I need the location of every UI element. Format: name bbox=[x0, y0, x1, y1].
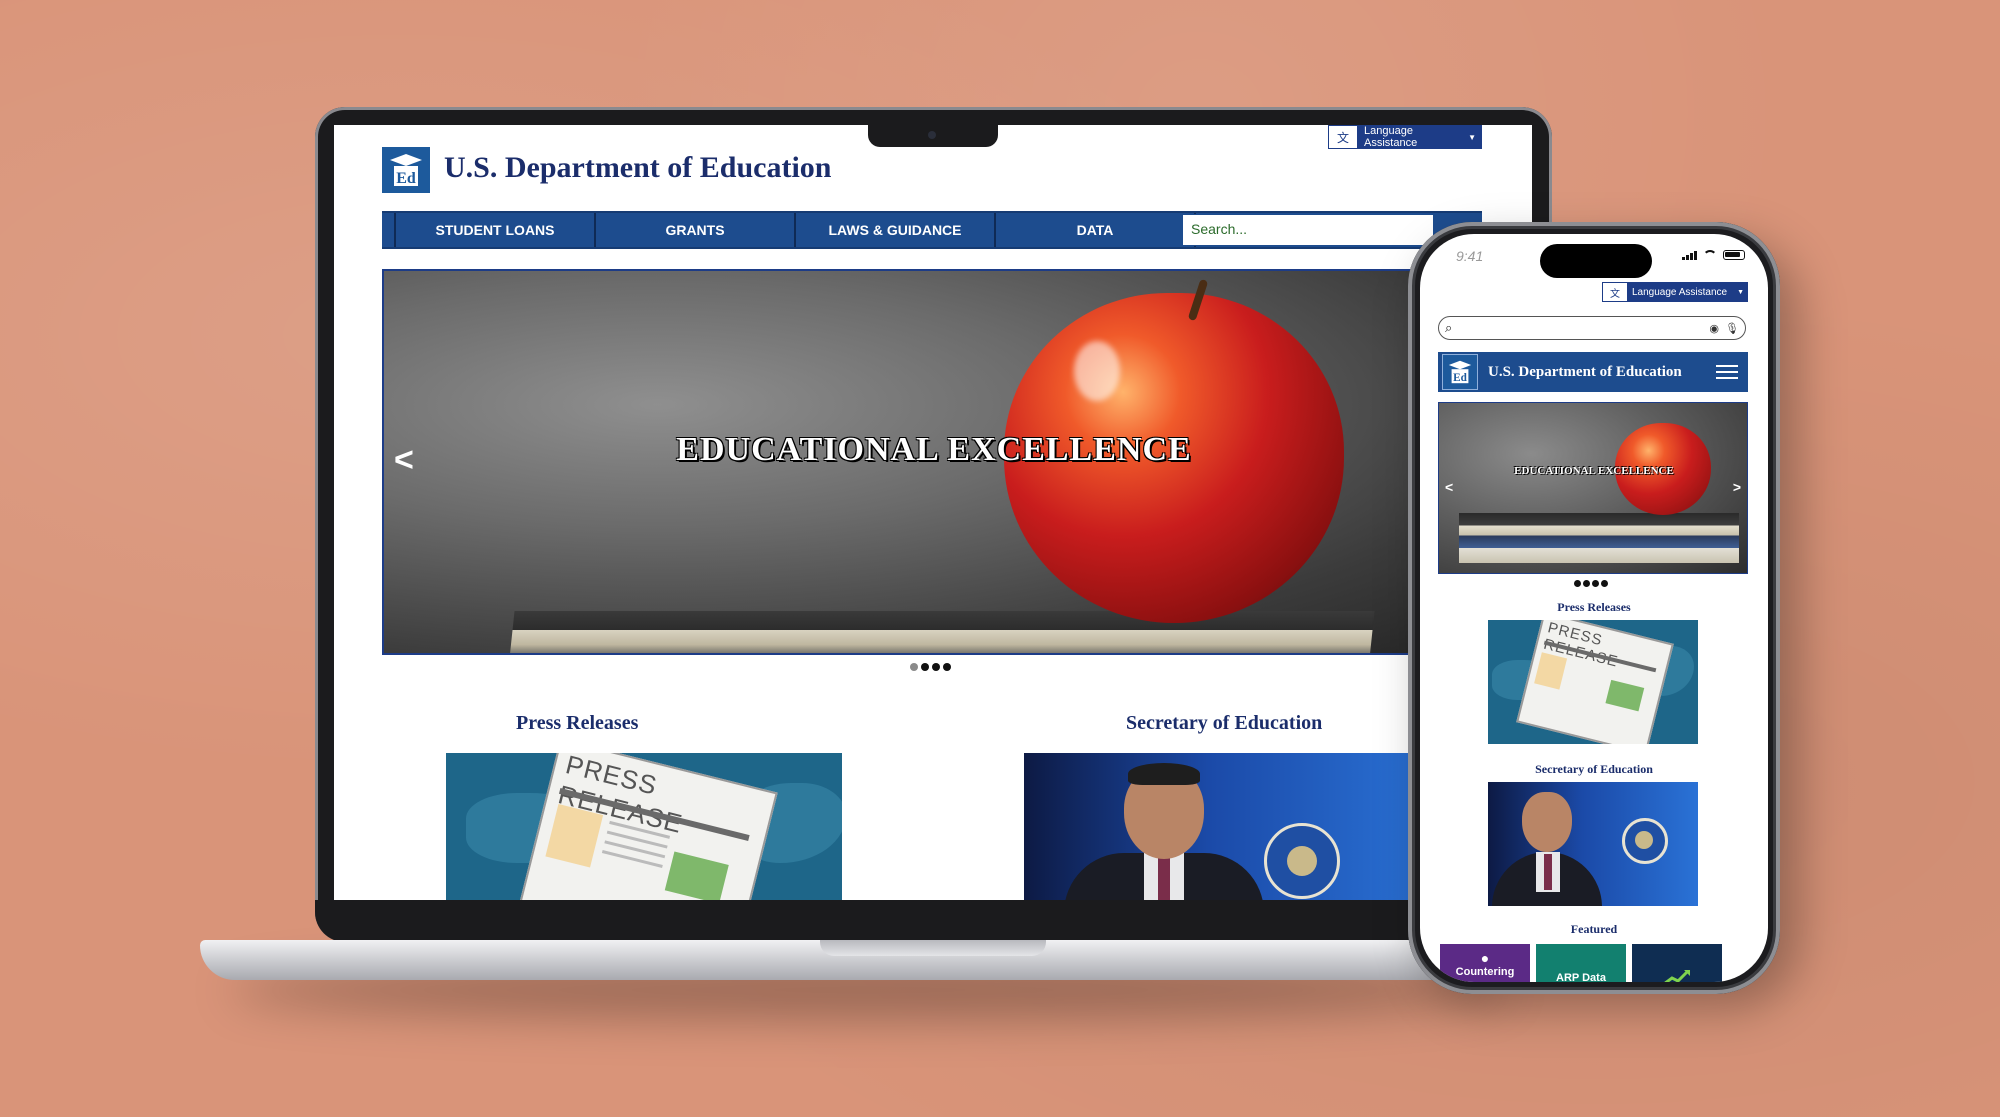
featured-label: ARP Data bbox=[1556, 972, 1606, 982]
hero-carousel: EDUCATIONAL EXCELLENCE < bbox=[382, 269, 1482, 655]
hero-books bbox=[1459, 513, 1739, 563]
secretary-card[interactable] bbox=[1024, 753, 1434, 900]
status-icons bbox=[1682, 250, 1745, 260]
secretary-photo-head bbox=[1522, 792, 1572, 852]
carousel-next-button[interactable]: > bbox=[1733, 479, 1741, 495]
language-assistance-dropdown[interactable]: 文 Language Assistance ▼ bbox=[1328, 125, 1482, 149]
microphone-icon[interactable]: 🎙 bbox=[1725, 322, 1739, 335]
search-bar[interactable]: ⌕ ◉ 🎙 bbox=[1438, 316, 1746, 340]
hero-title: EDUCATIONAL EXCELLENCE bbox=[1514, 465, 1674, 477]
featured-heading: Featured bbox=[1570, 922, 1618, 936]
carousel-prev-button[interactable]: < bbox=[394, 441, 414, 480]
language-assistance-dropdown[interactable]: 文 Language Assistance ▼ bbox=[1602, 282, 1748, 302]
chart-up-icon bbox=[1664, 969, 1690, 982]
secretary-card[interactable] bbox=[1488, 782, 1698, 906]
featured-countering[interactable]: ● Countering bbox=[1440, 944, 1530, 982]
press-releases-heading[interactable]: Press Releases bbox=[1420, 600, 1768, 615]
nav-laws-guidance[interactable]: LAWS & GUIDANCE bbox=[796, 213, 996, 247]
carousel-dot[interactable] bbox=[1601, 580, 1608, 587]
hero-apple-shine bbox=[1074, 341, 1120, 401]
ed-logo[interactable]: Ed bbox=[1442, 354, 1478, 390]
seal-eagle bbox=[1287, 846, 1317, 876]
mobile-header: Ed U.S. Department of Education bbox=[1438, 352, 1748, 392]
featured-label: Countering bbox=[1455, 966, 1515, 978]
site-title[interactable]: U.S. Department of Education bbox=[1488, 364, 1716, 381]
secretary-heading[interactable]: Secretary of Education bbox=[1126, 712, 1322, 735]
laptop-lip bbox=[820, 940, 1046, 956]
carousel-dot[interactable] bbox=[1583, 580, 1590, 587]
ed-logo-icon: Ed bbox=[390, 154, 422, 187]
laptop-notch bbox=[868, 125, 998, 147]
nav-lead bbox=[382, 213, 396, 247]
language-label: Language Assistance bbox=[1632, 286, 1728, 298]
carousel-prev-button[interactable]: < bbox=[1445, 479, 1453, 495]
mobile-site: 9:41 文 Language Assistance ▼ ⌕ ◉ 🎙 Ed U.… bbox=[1420, 234, 1768, 982]
translate-icon: 文 bbox=[1602, 282, 1628, 302]
secretary-heading[interactable]: Secretary of Education bbox=[1420, 762, 1768, 777]
caret-down-icon: ▼ bbox=[1468, 132, 1476, 142]
svg-text:Ed: Ed bbox=[1453, 372, 1467, 384]
seal-icon bbox=[1264, 823, 1340, 899]
search-icon: ⌕ bbox=[1445, 320, 1453, 335]
seal-eagle bbox=[1635, 831, 1653, 849]
nav-grants[interactable]: GRANTS bbox=[596, 213, 796, 247]
carousel-dot[interactable] bbox=[943, 663, 951, 671]
status-time: 9:41 bbox=[1456, 248, 1484, 264]
secretary-photo-hair bbox=[1128, 763, 1200, 785]
language-label: Language Assistance bbox=[1364, 125, 1418, 149]
signal-icon bbox=[1682, 250, 1697, 260]
press-releases-card[interactable]: PRESS RELEASE bbox=[1488, 620, 1698, 744]
nav-student-loans[interactable]: STUDENT LOANS bbox=[396, 213, 596, 247]
search-input[interactable]: Search... bbox=[1182, 214, 1434, 246]
newspaper-illustration: PRESS RELEASE bbox=[518, 753, 778, 900]
caret-down-icon: ▼ bbox=[1737, 288, 1744, 296]
hero-book bbox=[509, 611, 1375, 653]
wifi-icon bbox=[1703, 250, 1717, 260]
press-releases-heading[interactable]: Press Releases bbox=[516, 712, 638, 735]
nav-data[interactable]: DATA bbox=[996, 213, 1196, 247]
press-releases-card[interactable]: PRESS RELEASE bbox=[446, 753, 842, 900]
featured-arp-data[interactable]: ARP Data bbox=[1536, 944, 1626, 982]
battery-icon bbox=[1723, 250, 1745, 260]
svg-text:Ed: Ed bbox=[396, 170, 416, 187]
newspaper-photo bbox=[1605, 679, 1645, 712]
ed-logo[interactable]: Ed bbox=[382, 147, 430, 193]
newspaper-illustration: PRESS RELEASE bbox=[1516, 620, 1674, 744]
carousel-dot[interactable] bbox=[1574, 580, 1581, 587]
seal-icon bbox=[1622, 818, 1668, 864]
carousel-dots bbox=[910, 663, 951, 671]
featured-row: ● Countering ARP Data bbox=[1440, 944, 1722, 982]
featured-chart[interactable] bbox=[1632, 944, 1722, 982]
newspaper-photo bbox=[545, 803, 604, 868]
dynamic-island bbox=[1540, 244, 1652, 278]
carousel-dot[interactable] bbox=[932, 663, 940, 671]
carousel-dot[interactable] bbox=[1592, 580, 1599, 587]
carousel-dot[interactable] bbox=[921, 663, 929, 671]
ed-logo-icon: Ed bbox=[1448, 360, 1472, 384]
hero-carousel: EDUCATIONAL EXCELLENCE < > bbox=[1438, 402, 1748, 574]
carousel-dot[interactable] bbox=[910, 663, 918, 671]
camera-icon bbox=[928, 131, 936, 139]
hero-title: EDUCATIONAL EXCELLENCE bbox=[676, 431, 1192, 468]
site-title[interactable]: U.S. Department of Education bbox=[444, 151, 832, 185]
secretary-photo-tie bbox=[1544, 854, 1552, 890]
laptop-bezel bbox=[315, 900, 1552, 942]
secretary-photo-tie bbox=[1158, 857, 1170, 900]
newspaper-photo bbox=[664, 851, 729, 900]
hamburger-menu-icon[interactable] bbox=[1716, 365, 1738, 379]
carousel-dots bbox=[1574, 580, 1608, 587]
desktop-site: 文 Language Assistance ▼ Ed U.S. Departme… bbox=[334, 125, 1532, 900]
newspaper-photo bbox=[1534, 652, 1568, 690]
shield-icon: ● bbox=[1480, 950, 1490, 966]
translate-icon: 文 bbox=[1328, 125, 1358, 149]
camera-icon[interactable]: ◉ bbox=[1709, 322, 1719, 335]
